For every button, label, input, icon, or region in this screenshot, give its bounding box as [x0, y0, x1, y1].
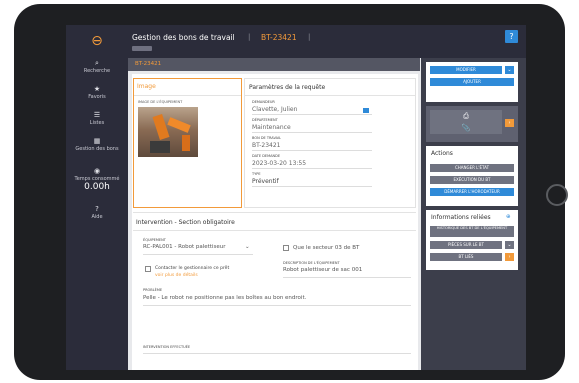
nav-label: Aide [91, 214, 103, 220]
sub-header-label: BT-23421 [135, 61, 162, 67]
equipment-photo[interactable] [138, 107, 198, 157]
top-bar: Gestion des bons de travail | BT-23421 |… [128, 25, 526, 58]
app-logo-icon[interactable]: ⊖ [88, 32, 106, 50]
equipment-history-button[interactable]: HISTORIQUE DES BT DE L'ÉQUIPEMENT [430, 226, 514, 237]
tab-chip[interactable] [132, 46, 152, 51]
chevron-down-icon[interactable]: ⌄ [245, 244, 250, 250]
print-button[interactable]: ⎙ 📎 [430, 110, 502, 134]
stop-label: Que le secteur 03 de BT [293, 245, 360, 251]
star-icon: ★ [93, 85, 101, 93]
field-label: DATE DEMANDE [252, 154, 281, 158]
problem-label: PROBLÈME [143, 288, 163, 292]
contact-card-icon[interactable] [363, 108, 369, 113]
contact-checkbox[interactable] [145, 266, 151, 272]
help-circle-icon: ? [95, 205, 99, 213]
app-screen: ⊖ ⌕ Recherche ★ Favoris ☰ Listes ▦ Gesti… [66, 25, 526, 370]
intervention-title: Intervention - Section obligatoire [136, 219, 235, 226]
nav-label: Listes [89, 120, 105, 126]
add-button[interactable]: AJOUTER [430, 78, 514, 86]
search-icon: ⌕ [95, 59, 99, 67]
title-separator: | [248, 33, 251, 41]
request-date-field[interactable]: 2023-03-20 13:55 [252, 160, 372, 169]
equipment-desc-value: Robot palettiseur de sac 001 [283, 267, 363, 273]
contact-link[interactable]: voir plus de détails [155, 273, 198, 278]
field-label: BON DE TRAVAIL [252, 136, 281, 140]
edit-card: MODIFIER ⌄ AJOUTER [426, 62, 518, 102]
paperclip-icon: 📎 [461, 124, 471, 132]
work-order-field[interactable]: BT-23421 [252, 142, 372, 151]
department-field[interactable]: Maintenance [252, 124, 372, 133]
title-separator-2: | [308, 33, 311, 41]
field-label: DEMANDEUR [252, 100, 275, 104]
actions-card: Actions CHANGER L'ÉTAT EXÉCUTION DU BT D… [426, 146, 518, 206]
stop-checkbox[interactable] [283, 245, 289, 251]
form-area: Image IMAGE DE L'ÉQUIPEMENT Paramètres d… [132, 74, 418, 370]
app-sidebar: ⊖ ⌕ Recherche ★ Favoris ☰ Listes ▦ Gesti… [66, 25, 128, 370]
field-label: DÉPARTEMENT [252, 118, 278, 122]
image-section: Image IMAGE DE L'ÉQUIPEMENT [133, 78, 242, 208]
nav-label: Favoris [88, 94, 106, 100]
related-title: Informations reliées [431, 214, 491, 221]
change-state-button[interactable]: CHANGER L'ÉTAT [430, 164, 514, 172]
plus-icon[interactable]: ⊕ [506, 214, 511, 220]
related-card: Informations reliées ⊕ HISTORIQUE DES BT… [426, 210, 518, 270]
right-panel: MODIFIER ⌄ AJOUTER ⎙ 📎 › Actions CHANGER… [421, 58, 526, 370]
page-title: Gestion des bons de travail [132, 33, 235, 42]
equipment-label: ÉQUIPEMENT [143, 238, 166, 242]
clock-icon: ◉ [93, 167, 101, 175]
modify-button[interactable]: MODIFIER [430, 66, 502, 74]
requester-field[interactable]: Clavette, Julien [252, 106, 372, 115]
nav-item-help[interactable]: ? Aide [66, 205, 128, 220]
actions-title: Actions [431, 150, 453, 157]
field-label: TYPE [252, 172, 261, 176]
time-value: 0.00h [84, 182, 110, 192]
contact-label: Contacter le gestionnaire ce prêt [155, 266, 230, 271]
chevron-down-icon[interactable]: ⌄ [505, 241, 514, 249]
work-done-label: INTERVENTION EFFECTUÉE [143, 345, 191, 349]
start-timer-button[interactable]: DÉMARRER L'HORODATEUR [430, 188, 514, 196]
image-caption: IMAGE DE L'ÉQUIPEMENT [138, 100, 183, 104]
chevron-down-icon[interactable]: ⌄ [505, 66, 514, 74]
home-button[interactable] [546, 184, 568, 206]
type-field[interactable]: Préventif [252, 178, 372, 187]
parts-button[interactable]: PIÈCES SUR LE BT [430, 241, 502, 249]
linked-bt-button[interactable]: BT LIÉS [430, 253, 502, 261]
equipment-select[interactable]: RC-PAL001 - Robot palettiseur [143, 244, 225, 250]
attachments-card: ⎙ 📎 › [426, 106, 518, 142]
nav-item-favorites[interactable]: ★ Favoris [66, 85, 128, 100]
print-icon: ⎙ [463, 112, 469, 120]
execute-bt-button[interactable]: EXÉCUTION DU BT [430, 176, 514, 184]
nav-item-time[interactable]: ◉ Temps consommé 0.00h [66, 167, 128, 192]
list-icon: ☰ [93, 111, 101, 119]
chevron-right-icon[interactable]: › [505, 119, 514, 127]
intervention-section: Intervention - Section obligatoire ÉQUIP… [133, 212, 416, 370]
nav-item-search[interactable]: ⌕ Recherche [66, 59, 128, 74]
chevron-right-icon[interactable]: › [505, 253, 514, 261]
nav-item-work-orders[interactable]: ▦ Gestion des bons [66, 137, 128, 152]
sub-header: BT-23421 [128, 58, 420, 71]
params-title: Paramètres de la requête [249, 84, 326, 91]
help-button[interactable]: ? [505, 30, 518, 43]
nav-label: Recherche [83, 68, 111, 74]
image-section-title: Image [137, 83, 156, 90]
equipment-desc-label: DESCRIPTION DE L'ÉQUIPEMENT [283, 261, 340, 265]
nav-label: Gestion des bons [75, 146, 119, 152]
problem-field[interactable]: Pelle - Le robot ne positionne pas les b… [143, 295, 306, 301]
bt-number: BT-23421 [261, 33, 297, 42]
request-params-section: Paramètres de la requête DEMANDEUR Clave… [244, 78, 416, 208]
nav-item-lists[interactable]: ☰ Listes [66, 111, 128, 126]
grid-icon: ▦ [93, 137, 101, 145]
